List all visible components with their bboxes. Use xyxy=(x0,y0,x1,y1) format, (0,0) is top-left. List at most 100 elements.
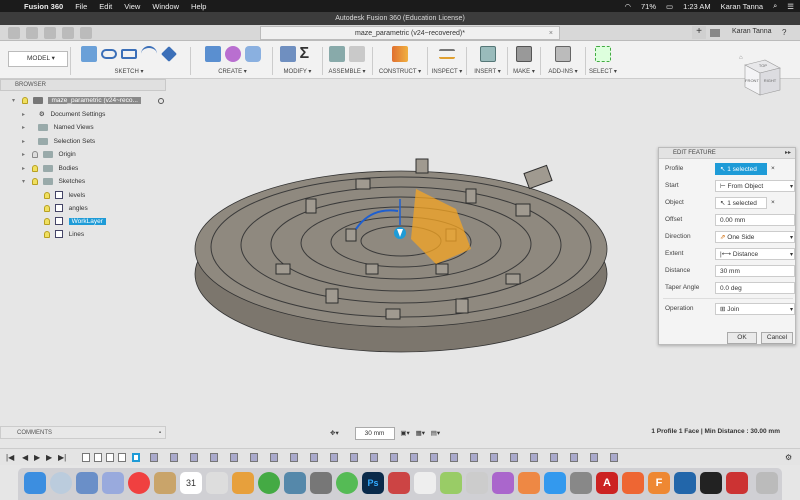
construct-menu[interactable]: CONSTRUCT ▾ xyxy=(375,68,425,75)
timeline-extrude-feature[interactable] xyxy=(610,453,618,462)
expand-icon[interactable]: ▸ xyxy=(22,122,30,134)
select-menu[interactable]: SELECT ▾ xyxy=(588,68,618,75)
inspect-menu[interactable]: INSPECT ▾ xyxy=(430,68,464,75)
ok-button[interactable]: OK xyxy=(727,332,757,344)
insert-menu[interactable]: INSERT ▾ xyxy=(470,68,505,75)
grid-settings-icon[interactable]: ▦▾ xyxy=(416,430,425,437)
timeline-extrude-feature[interactable] xyxy=(190,453,198,462)
measure-icon[interactable] xyxy=(439,49,455,59)
visibility-bulb-icon[interactable] xyxy=(44,217,50,225)
timeline-extrude-feature[interactable] xyxy=(210,453,218,462)
timeline-extrude-feature[interactable] xyxy=(390,453,398,462)
timeline-extrude-feature[interactable] xyxy=(410,453,418,462)
save-icon[interactable] xyxy=(43,27,56,39)
press-pull-icon[interactable] xyxy=(279,46,296,62)
job-status-icon[interactable] xyxy=(710,29,720,37)
timeline-back-icon[interactable]: ◀ xyxy=(22,453,28,462)
media-icon[interactable] xyxy=(388,472,410,494)
panel-expand-icon[interactable]: ▸▸ xyxy=(785,148,791,159)
photos-icon[interactable] xyxy=(232,472,254,494)
timeline-extrude-feature[interactable] xyxy=(150,453,158,462)
comments-expand-icon[interactable]: ▪ xyxy=(159,427,161,439)
visibility-bulb-icon[interactable] xyxy=(44,191,50,199)
visibility-bulb-icon[interactable] xyxy=(44,230,50,238)
workspace-dropdown[interactable]: MODEL ▾ xyxy=(8,51,68,67)
sketch-item-worklayer[interactable]: WorkLayer xyxy=(44,216,106,228)
distance-input[interactable]: 30 mm xyxy=(715,265,795,277)
chrome-icon[interactable] xyxy=(258,472,280,494)
comments-panel[interactable]: COMMENTS ▪ xyxy=(0,426,166,439)
clear-selection-icon[interactable]: × xyxy=(771,197,775,209)
timeline-extrude-feature[interactable] xyxy=(590,453,598,462)
modify-menu[interactable]: MODIFY ▾ xyxy=(275,68,320,75)
trash-icon[interactable] xyxy=(756,472,778,494)
home-view-icon[interactable]: ⌂ xyxy=(739,55,743,61)
timeline-start-icon[interactable]: |◀ xyxy=(6,453,14,462)
timeline-extrude-feature[interactable] xyxy=(490,453,498,462)
menubar-user[interactable]: Karan Tanna xyxy=(721,2,763,11)
sweep-icon[interactable] xyxy=(244,46,261,62)
pdf-document-icon[interactable] xyxy=(726,472,748,494)
browser-item-named-views[interactable]: ▸ Named Views xyxy=(22,122,94,134)
start-dropdown[interactable]: ⊢ From Object ▾ xyxy=(715,180,795,192)
timeline-extrude-feature[interactable] xyxy=(470,453,478,462)
close-tab-icon[interactable]: × xyxy=(549,27,553,40)
profile-selection-button[interactable]: ↖ 1 selected xyxy=(715,163,767,175)
timeline-extrude-feature[interactable] xyxy=(450,453,458,462)
keynote-icon[interactable] xyxy=(284,472,306,494)
maze-model[interactable] xyxy=(194,158,608,353)
orbit-icon[interactable]: ✥▾ xyxy=(330,430,339,437)
browser-item-origin[interactable]: ▸ Origin xyxy=(22,149,76,161)
timeline-extrude-feature[interactable] xyxy=(290,453,298,462)
display-settings-icon[interactable]: ▣▾ xyxy=(400,430,409,437)
expand-icon[interactable]: ▾ xyxy=(12,95,20,107)
timeline-extrude-feature[interactable] xyxy=(250,453,258,462)
timeline-sketch-feature[interactable] xyxy=(106,453,114,462)
terminal-window-icon[interactable] xyxy=(700,472,722,494)
menu-app-name[interactable]: Fusion 360 xyxy=(24,2,63,11)
siri-icon[interactable] xyxy=(102,472,124,494)
3d-print-icon[interactable] xyxy=(516,46,532,62)
timeline-play-icon[interactable]: ▶ xyxy=(34,453,40,462)
timeline-extrude-feature[interactable] xyxy=(530,453,538,462)
document-tab[interactable]: maze_parametric (v24~recovered)* × xyxy=(260,26,560,40)
timeline-extrude-feature[interactable] xyxy=(510,453,518,462)
browser-item-bodies[interactable]: ▸ Bodies xyxy=(22,163,78,175)
undo-icon[interactable] xyxy=(61,27,74,39)
browser-header[interactable]: BROWSER xyxy=(0,79,166,91)
new-component-icon[interactable] xyxy=(329,46,345,62)
fusion360-icon[interactable] xyxy=(622,472,644,494)
browser-item-selection-sets[interactable]: ▸ Selection Sets xyxy=(22,136,95,148)
fusion360-running-icon[interactable]: F xyxy=(648,472,670,494)
extent-dropdown[interactable]: |⟷ Distance ▾ xyxy=(715,248,795,260)
terminal-icon[interactable] xyxy=(310,472,332,494)
create-sketch-icon[interactable] xyxy=(81,46,97,62)
file-menu-icon[interactable] xyxy=(25,27,38,39)
messages-icon[interactable] xyxy=(336,472,358,494)
timeline-extrude-feature[interactable] xyxy=(370,453,378,462)
make-menu[interactable]: MAKE ▾ xyxy=(510,68,538,75)
books-icon[interactable] xyxy=(518,472,540,494)
acrobat-icon[interactable]: A xyxy=(596,472,618,494)
calendar-icon[interactable]: 31 xyxy=(180,472,202,494)
app-store-icon[interactable] xyxy=(544,472,566,494)
menu-window[interactable]: Window xyxy=(152,2,179,11)
timeline-extrude-feature[interactable] xyxy=(170,453,178,462)
model-viewport[interactable] xyxy=(166,79,656,424)
timeline-sketch-feature[interactable] xyxy=(118,453,126,462)
timeline-extrude-feature[interactable] xyxy=(330,453,338,462)
browser-item-document-settings[interactable]: ▸ ⚙ Document Settings xyxy=(22,109,105,121)
timeline-extrude-feature[interactable] xyxy=(550,453,558,462)
visibility-bulb-icon[interactable] xyxy=(44,204,50,212)
sketch-item-levels[interactable]: levels xyxy=(44,190,85,202)
preview-icon[interactable] xyxy=(466,472,488,494)
data-panel-icon[interactable] xyxy=(8,27,20,39)
menu-edit[interactable]: Edit xyxy=(99,2,112,11)
expand-icon[interactable]: ▸ xyxy=(22,109,30,121)
activate-radio-icon[interactable] xyxy=(158,98,164,104)
wifi-icon[interactable]: ◠ xyxy=(624,2,631,11)
notes-icon[interactable] xyxy=(154,472,176,494)
timeline-sketch-feature[interactable] xyxy=(82,453,90,462)
object-selection-button[interactable]: ↖ 1 selected xyxy=(715,197,767,209)
timeline-sketch-feature[interactable] xyxy=(94,453,102,462)
